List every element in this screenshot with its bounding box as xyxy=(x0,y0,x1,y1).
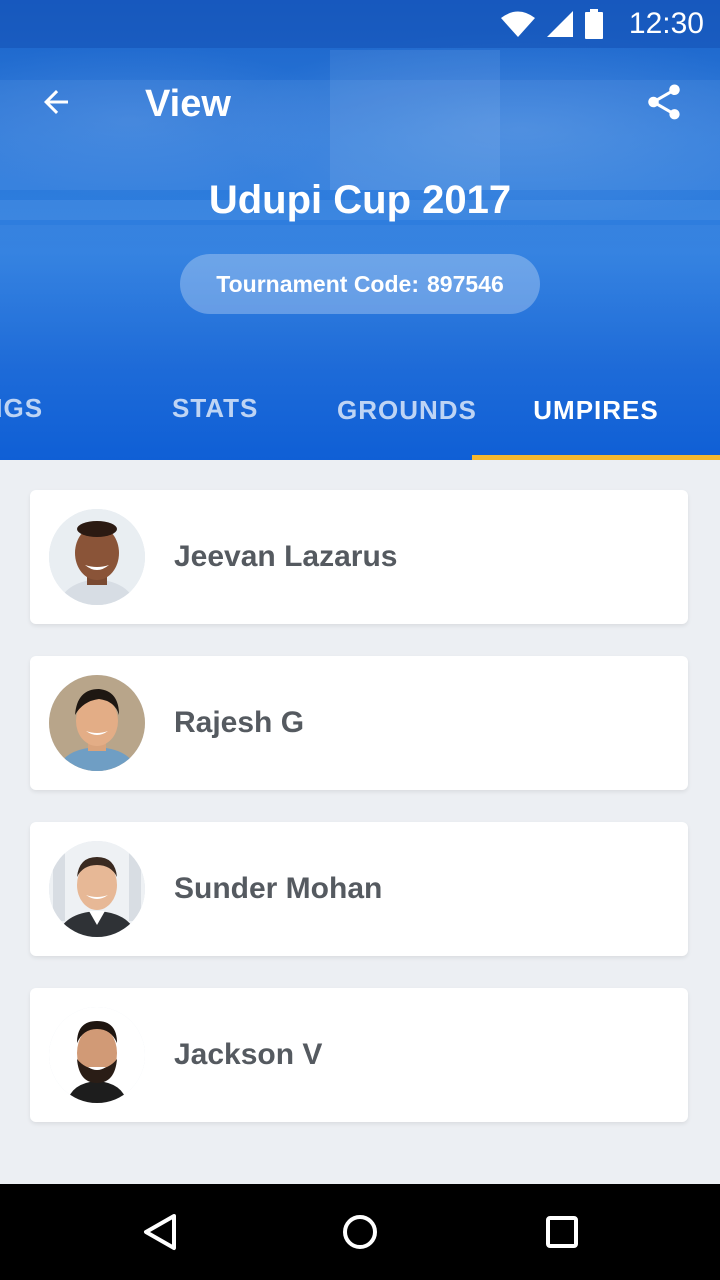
battery-icon xyxy=(585,9,603,39)
umpire-name: Rajesh G xyxy=(174,706,305,739)
share-button[interactable] xyxy=(636,74,692,130)
tab-standings[interactable]: NDINGS xyxy=(0,378,126,460)
list-item[interactable]: Rajesh G xyxy=(30,656,688,790)
tournament-code-badge: Tournament Code: 897546 xyxy=(180,254,540,314)
cell-signal-icon xyxy=(547,11,573,37)
circle-home-icon xyxy=(343,1215,377,1249)
nav-recents-button[interactable] xyxy=(532,1206,592,1258)
system-nav-bar xyxy=(0,1184,720,1280)
umpire-name: Jackson V xyxy=(174,1038,323,1071)
list-item[interactable]: Jackson V xyxy=(30,988,688,1122)
avatar xyxy=(49,1007,145,1103)
tournament-code-value: 897546 xyxy=(426,270,504,297)
tournament-header: 12:30 View Udupi Cup 2017 Tournament Cod… xyxy=(0,0,720,460)
status-icons xyxy=(500,9,604,39)
page-title: View xyxy=(145,83,231,125)
nav-back-button[interactable] xyxy=(130,1206,190,1258)
app-bar: View xyxy=(0,48,720,160)
tab-bar: NDINGS STATS GROUNDS UMPIRES xyxy=(0,378,720,460)
avatar xyxy=(49,509,145,605)
tab-indicator xyxy=(472,455,720,460)
triangle-back-icon xyxy=(144,1214,176,1250)
arrow-back-icon xyxy=(44,90,68,114)
tournament-code-label: Tournament Code: xyxy=(216,270,419,297)
list-item[interactable]: Sunder Mohan xyxy=(30,822,688,956)
avatar xyxy=(49,841,145,937)
status-bar: 12:30 xyxy=(0,0,720,48)
status-time: 12:30 xyxy=(628,7,704,40)
umpire-name: Jeevan Lazarus xyxy=(174,540,398,573)
share-icon xyxy=(648,84,680,120)
nav-home-button[interactable] xyxy=(330,1206,390,1258)
wifi-icon xyxy=(501,11,535,37)
tab-grounds[interactable]: GROUNDS xyxy=(337,380,487,460)
umpire-list: Jeevan Lazarus Rajesh G Sunder Mohan Jac… xyxy=(30,490,688,1154)
square-recents-icon xyxy=(546,1216,578,1248)
tab-umpires[interactable]: UMPIRES xyxy=(472,380,720,460)
avatar xyxy=(49,675,145,771)
tab-stats[interactable]: STATS xyxy=(172,378,302,460)
list-item[interactable]: Jeevan Lazarus xyxy=(30,490,688,624)
back-button[interactable] xyxy=(28,74,84,130)
tournament-name: Udupi Cup 2017 xyxy=(208,178,512,222)
umpire-name: Sunder Mohan xyxy=(174,872,383,905)
